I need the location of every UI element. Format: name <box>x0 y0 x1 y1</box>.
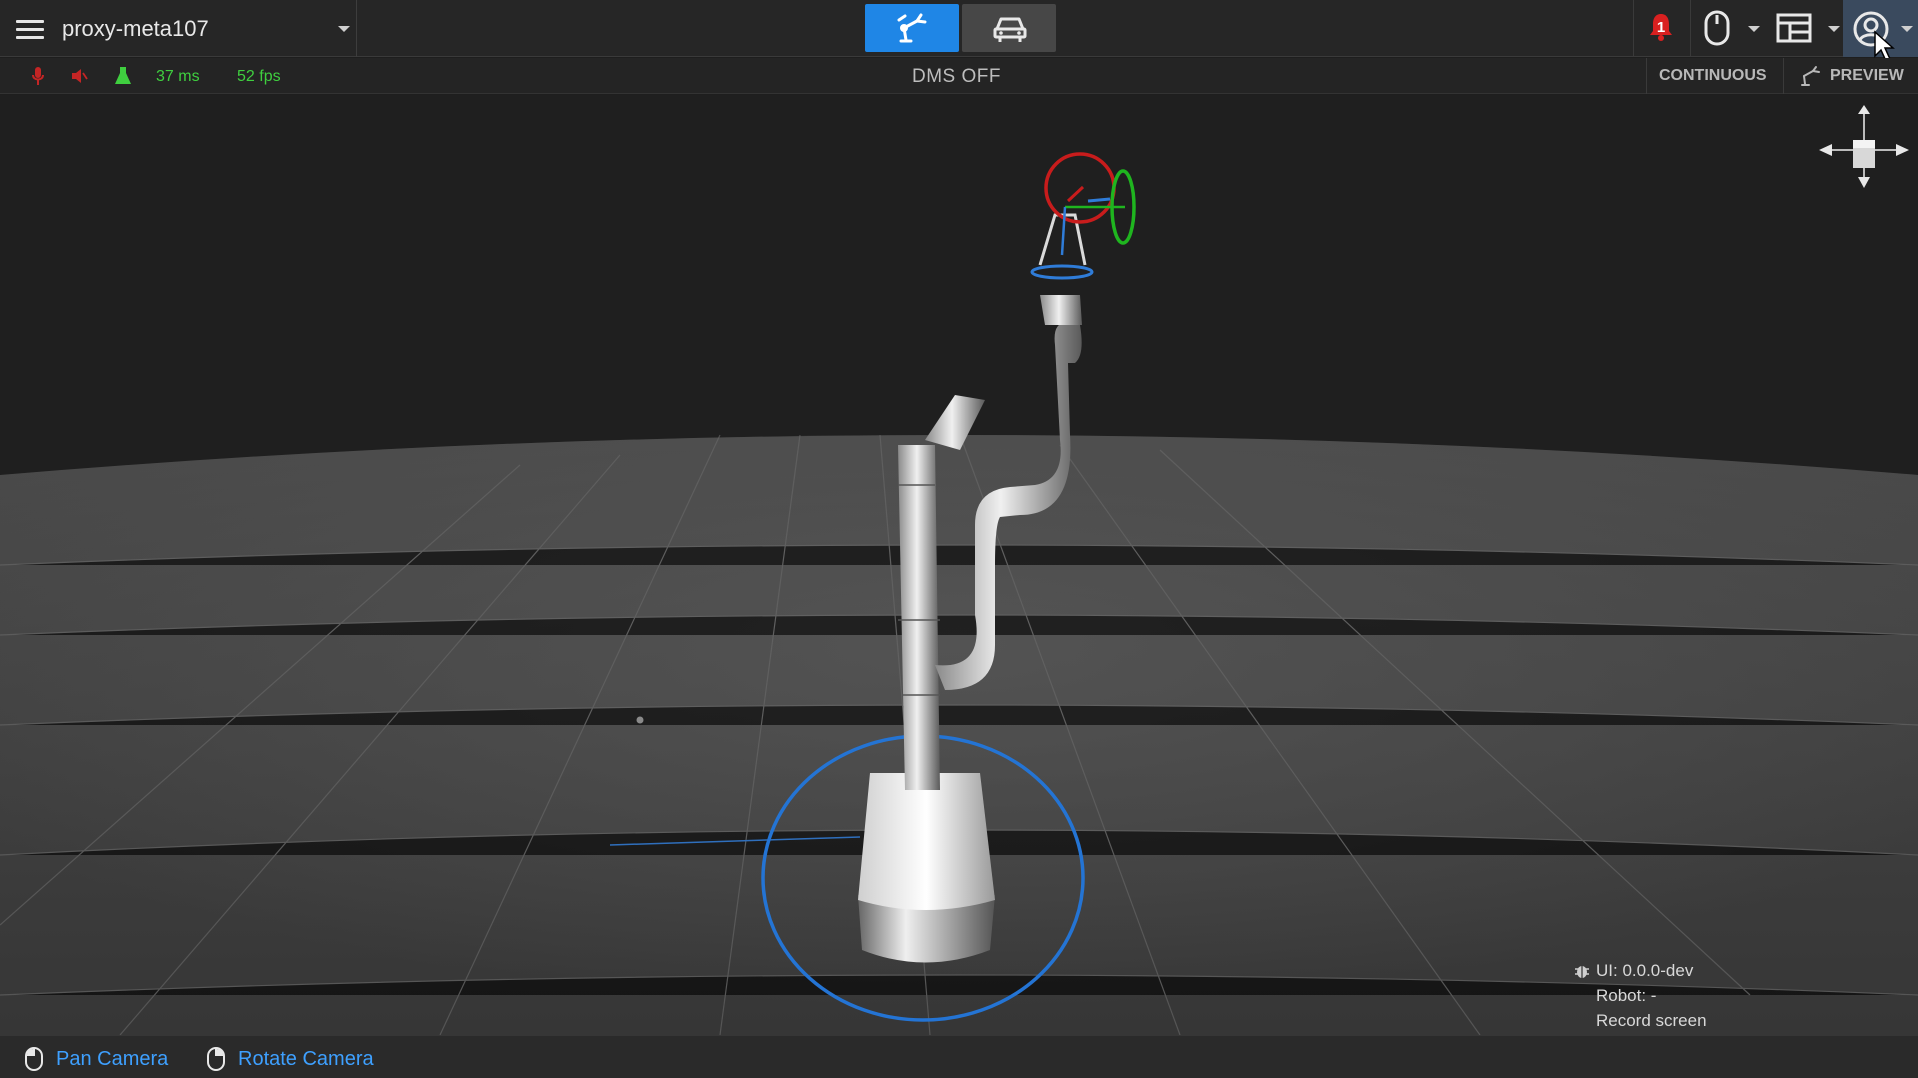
flask-icon <box>115 67 131 84</box>
layout-dropdown[interactable] <box>1776 13 1840 45</box>
3d-viewport[interactable]: UI: 0.0.0-dev Robot: - Record screen <box>0 95 1918 1035</box>
record-screen-link[interactable]: Record screen <box>1596 1011 1707 1030</box>
top-bar: proxy-meta107 1 <box>0 0 1918 63</box>
view-cube-gizmo[interactable] <box>1819 105 1909 188</box>
mouse-mode-dropdown[interactable] <box>1704 10 1766 48</box>
car-icon <box>993 17 1027 42</box>
bottom-hint-bar: Pan Camera Rotate Camera <box>0 1035 1918 1078</box>
divider <box>1690 0 1691 57</box>
divider <box>1633 0 1634 57</box>
mouse-right-click-icon <box>207 1047 225 1071</box>
info-overlay: UI: 0.0.0-dev Robot: - Record screen <box>1574 958 1707 1033</box>
user-menu-button[interactable] <box>1843 0 1918 63</box>
ui-version: UI: 0.0.0-dev <box>1596 961 1694 980</box>
project-name: proxy-meta107 <box>62 16 209 41</box>
chevron-down-icon <box>1828 26 1840 32</box>
continuous-button[interactable]: CONTINUOUS <box>1646 58 1782 94</box>
chevron-down-icon <box>338 26 350 32</box>
microphone-icon[interactable] <box>31 66 45 86</box>
status-bar: 37 ms 52 fps DMS OFF CONTINUOUS PREVIEW <box>0 58 1918 94</box>
robot-mode-button[interactable] <box>865 4 959 52</box>
speaker-icon[interactable] <box>70 67 88 85</box>
mouse-icon <box>1704 10 1730 46</box>
bug-icon <box>1575 966 1589 978</box>
robot-arm-icon <box>897 13 927 43</box>
pan-camera-label: Pan Camera <box>56 1048 169 1070</box>
fps-readout: 52 fps <box>237 68 281 85</box>
notification-count: 1 <box>1656 19 1666 36</box>
pivot-marker <box>636 716 644 724</box>
project-selector[interactable]: proxy-meta107 <box>52 0 357 57</box>
preview-label: PREVIEW <box>1830 67 1904 84</box>
mouse-left-click-icon <box>25 1047 43 1071</box>
robot-arm-icon <box>1801 66 1820 86</box>
chevron-down-icon <box>1901 26 1913 32</box>
latency-readout: 37 ms <box>156 68 200 85</box>
bell-icon[interactable]: 1 <box>1648 12 1674 42</box>
robot-version: Robot: - <box>1596 986 1657 1005</box>
continuous-label: CONTINUOUS <box>1659 67 1767 84</box>
dms-status: DMS OFF <box>912 66 1001 87</box>
layout-icon <box>1776 13 1812 43</box>
chevron-down-icon <box>1748 26 1760 32</box>
rotate-camera-label: Rotate Camera <box>238 1048 374 1070</box>
hamburger-menu-icon[interactable] <box>14 14 46 44</box>
vehicle-mode-button[interactable] <box>962 4 1056 52</box>
preview-button[interactable]: PREVIEW <box>1783 58 1918 94</box>
